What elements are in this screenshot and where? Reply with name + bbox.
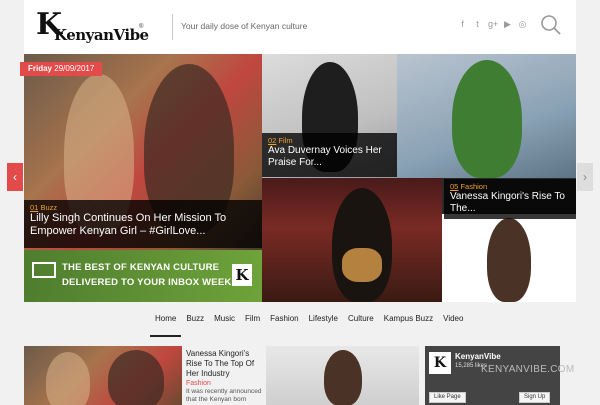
person-figure — [452, 60, 522, 178]
person-figure — [46, 352, 90, 405]
article-thumbnail[interactable] — [24, 346, 182, 405]
page: K KenyanVibe ® Your daily dose of Kenyan… — [0, 0, 600, 405]
main-nav: Home Buzz Music Film Fashion Lifestyle C… — [150, 312, 468, 337]
article-excerpt: It was recently announced that the Kenya… — [186, 388, 262, 403]
caption-category[interactable]: Fashion — [460, 182, 487, 191]
promo-line-1: THE BEST OF KENYAN CULTURE — [62, 262, 220, 273]
promo-line-2: DELIVERED TO YOUR INBOX WEEKLY — [62, 277, 244, 288]
instagram-icon[interactable]: ◎ — [518, 19, 527, 30]
facebook-cover-text: KENYANVIBE.COM — [481, 364, 575, 375]
person-figure — [332, 188, 392, 302]
slider-prev-button[interactable]: ‹ — [7, 163, 23, 191]
nav-item-home[interactable]: Home — [150, 312, 182, 337]
nav-item-kampus-buzz[interactable]: Kampus Buzz — [379, 312, 438, 337]
nav-item-culture[interactable]: Culture — [343, 312, 379, 337]
newsletter-promo[interactable]: THE BEST OF KENYAN CULTURE DELIVERED TO … — [24, 250, 262, 302]
search-icon[interactable] — [540, 14, 562, 36]
promo-logo: K — [232, 264, 252, 286]
caption-title[interactable]: Ava Duvernay Voices Her Praise For... — [268, 145, 391, 169]
featured-caption-3[interactable]: 05 Fashion Vanessa Kingori's Rise To The… — [444, 179, 576, 219]
featured-image-4[interactable] — [262, 178, 442, 302]
nav-item-video[interactable]: Video — [438, 312, 468, 337]
nav-item-fashion[interactable]: Fashion — [265, 312, 303, 337]
article-image-2[interactable] — [266, 346, 419, 405]
caption-title[interactable]: Lilly Singh Continues On Her Mission To … — [30, 212, 256, 238]
facebook-signup-button[interactable]: Sign Up — [519, 392, 551, 403]
nav-item-buzz[interactable]: Buzz — [181, 312, 209, 337]
person-figure — [108, 350, 164, 405]
nav-item-lifestyle[interactable]: Lifestyle — [304, 312, 343, 337]
nav-item-music[interactable]: Music — [209, 312, 240, 337]
twitter-icon[interactable]: t — [473, 19, 482, 30]
caption-number: 05 — [450, 182, 459, 191]
caption-category[interactable]: Film — [278, 136, 292, 145]
site-tagline: Your daily dose of Kenyan culture — [181, 21, 308, 31]
facebook-widget: K KenyanVibe 15,285 likes KENYANVIBE.COM… — [425, 346, 574, 405]
facebook-like-button[interactable]: Like Page — [429, 392, 466, 403]
nav-item-film[interactable]: Film — [240, 312, 265, 337]
caption-number: 01 — [30, 203, 39, 212]
date-day: Friday — [28, 64, 53, 73]
caption-category[interactable]: Buzz — [40, 203, 57, 212]
caption-number: 02 — [268, 136, 277, 145]
date-badge: Friday 29/09/2017 — [20, 62, 103, 76]
envelope-icon — [32, 262, 56, 278]
site-header: K KenyanVibe ® Your daily dose of Kenyan… — [24, 0, 576, 54]
article-title[interactable]: Vanessa Kingori's Rise To The Top Of Her… — [186, 349, 264, 379]
caption-title[interactable]: Vanessa Kingori's Rise To The... — [450, 191, 570, 215]
facebook-page-logo[interactable]: K — [429, 352, 451, 374]
featured-caption-1[interactable]: 01 Buzz Lilly Singh Continues On Her Mis… — [24, 200, 262, 248]
header-divider — [172, 14, 173, 40]
slider-next-button[interactable]: › — [577, 163, 593, 191]
guitar-shape — [342, 248, 382, 282]
person-figure — [487, 218, 531, 302]
article-category[interactable]: Fashion — [186, 380, 264, 387]
logo-registered-mark: ® — [139, 24, 144, 30]
featured-caption-2[interactable]: 02 Film Ava Duvernay Voices Her Praise F… — [262, 133, 397, 177]
logo-wordmark: KenyanVibe — [54, 26, 149, 44]
date-value: 29/09/2017 — [54, 64, 95, 73]
article-card: Vanessa Kingori's Rise To The Top Of Her… — [186, 349, 264, 404]
social-links: f t g+ ▶ ◎ — [458, 19, 527, 30]
facebook-page-name[interactable]: KenyanVibe — [455, 352, 501, 361]
youtube-icon[interactable]: ▶ — [503, 19, 512, 30]
person-figure — [324, 350, 362, 405]
google-plus-icon[interactable]: g+ — [488, 19, 498, 30]
facebook-icon[interactable]: f — [458, 19, 467, 30]
site-logo[interactable]: K KenyanVibe ® — [36, 8, 156, 46]
featured-image-3[interactable] — [397, 54, 576, 178]
